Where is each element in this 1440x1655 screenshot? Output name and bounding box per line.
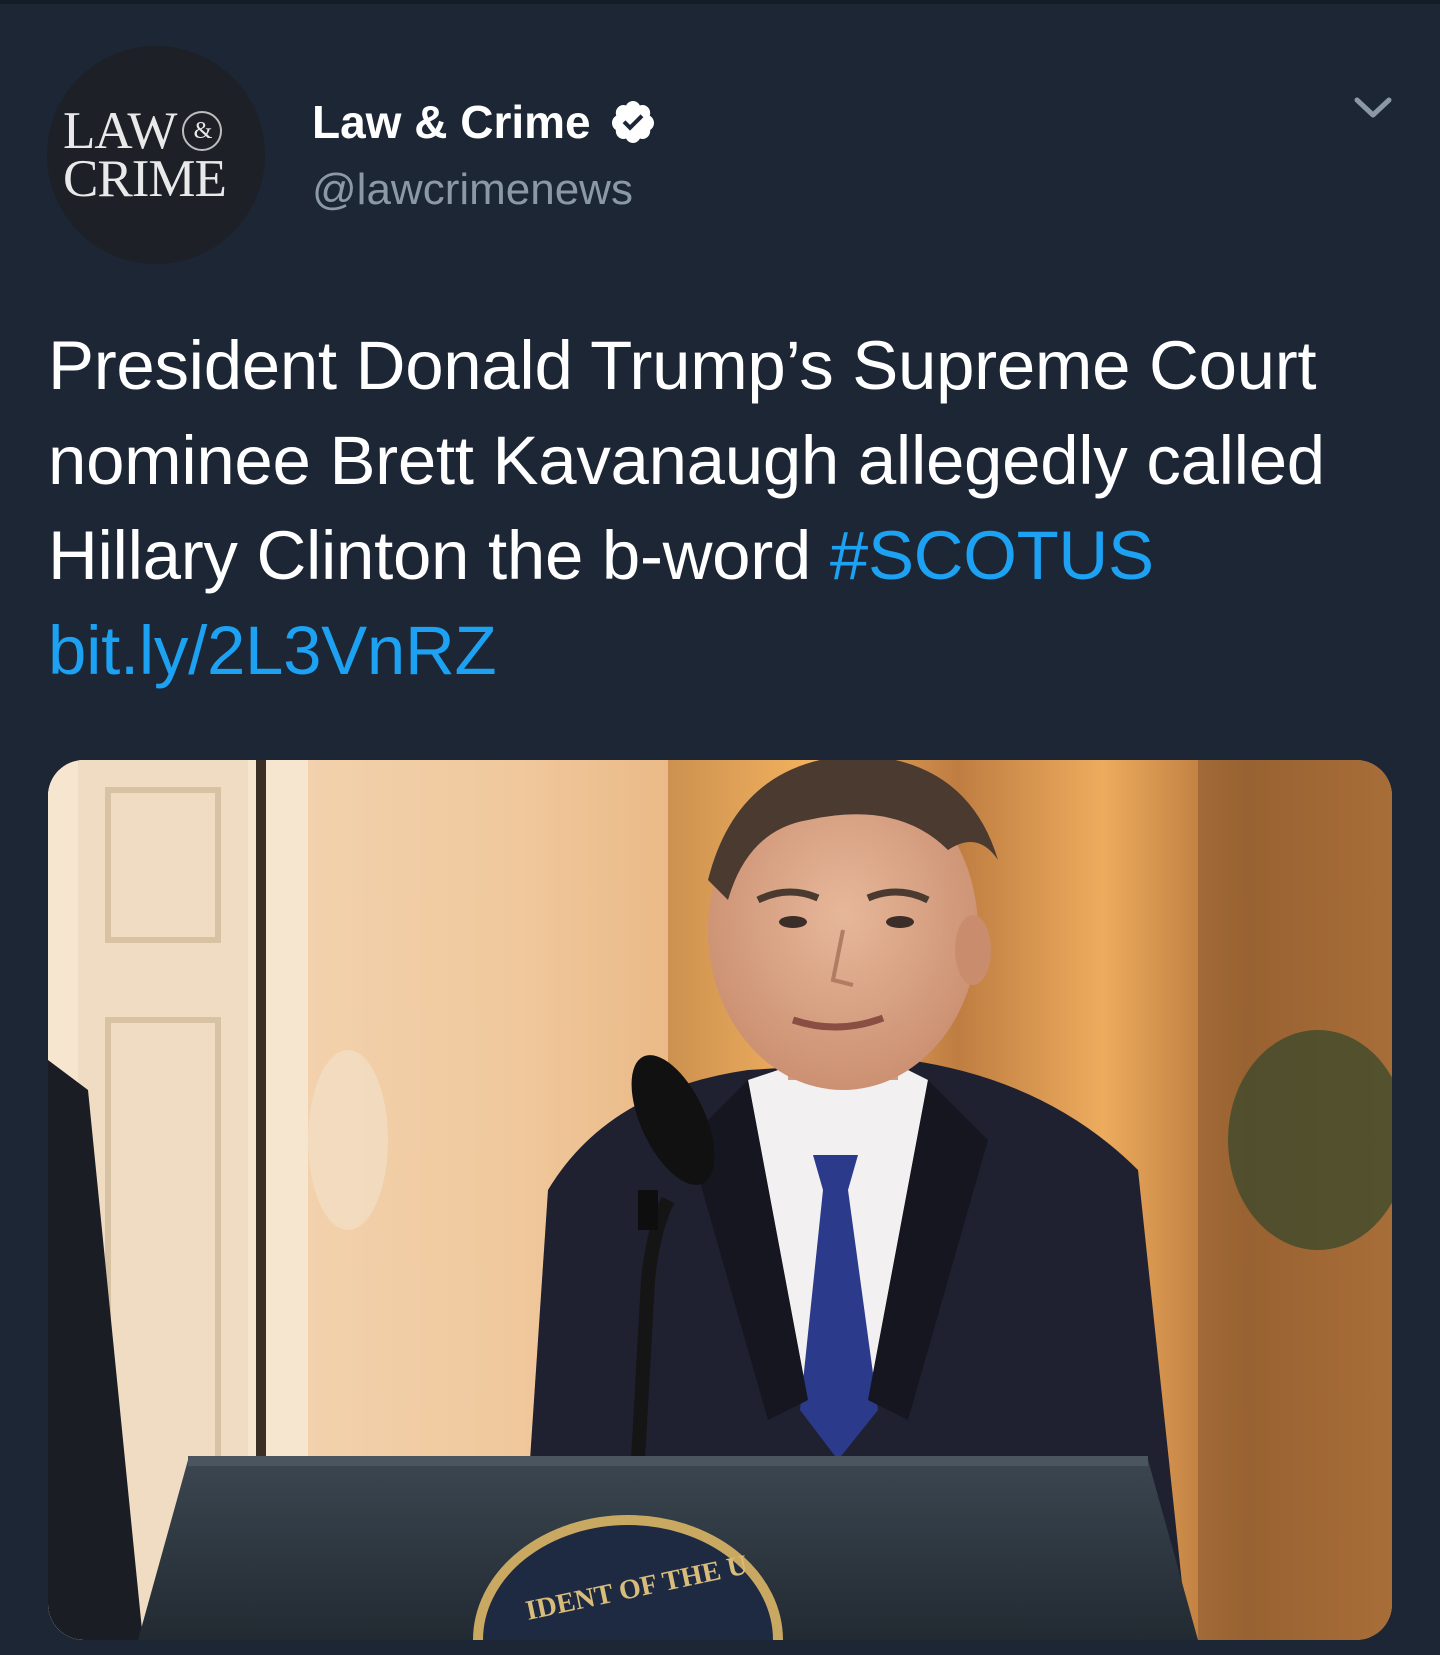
author-name-row[interactable]: Law & Crime <box>312 96 657 148</box>
avatar-logo-law: LAW <box>63 102 177 160</box>
avatar-logo-ampersand: & <box>182 111 223 151</box>
avatar[interactable]: LAW & CRIME <box>47 46 265 264</box>
hashtag-link[interactable]: #SCOTUS <box>830 517 1154 594</box>
verified-badge-icon <box>611 101 654 143</box>
tweet-card[interactable]: LAW & CRIME Law & Crime @lawcrimenews Pr… <box>0 0 1440 1655</box>
avatar-logo-line1: LAW & <box>63 102 223 160</box>
author-handle[interactable]: @lawcrimenews <box>312 164 633 216</box>
author-display-name[interactable]: Law & Crime <box>312 96 591 148</box>
url-link[interactable]: bit.ly/2L3VnRZ <box>48 612 497 689</box>
tweet-text: President Donald Trump’s Supreme Court n… <box>48 318 1348 698</box>
avatar-logo-crime: CRIME <box>63 150 227 208</box>
chevron-down-icon[interactable] <box>1349 84 1397 132</box>
tweet-media-photo[interactable]: IDENT OF THE U <box>48 760 1392 1640</box>
photo-illustration: IDENT OF THE U <box>48 760 1392 1640</box>
